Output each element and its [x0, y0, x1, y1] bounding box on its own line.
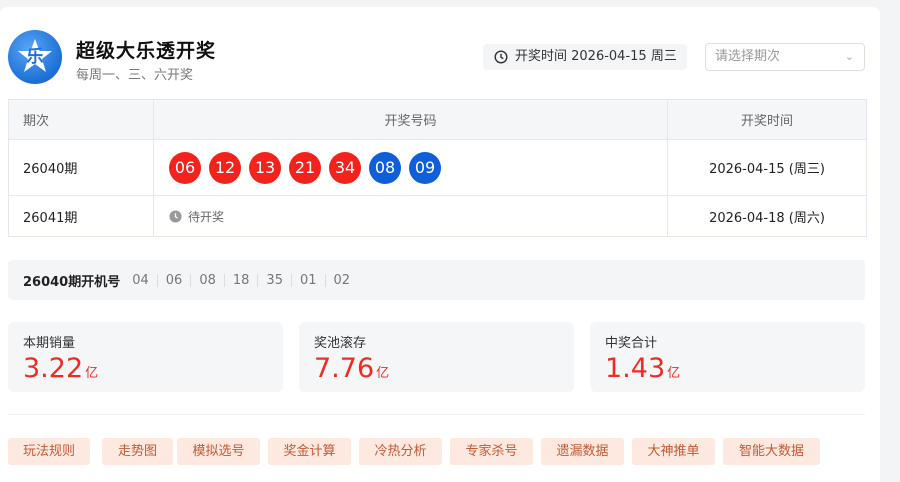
pending-status: 待开奖 [169, 208, 224, 225]
row-date: 2026-04-15 (周三) [709, 162, 825, 177]
draw-time-text: 开奖时间 2026-04-15 周三 [515, 49, 677, 64]
stat-sales: 本期销量 3.22 亿 [8, 322, 283, 392]
tool-link-expert-picks[interactable]: 大神推单 [632, 438, 715, 465]
draw-schedule: 每周一、三、六开奖 [76, 68, 194, 83]
tool-link-trend-chart[interactable]: 走势图 [102, 438, 173, 465]
tool-link-hot-cold[interactable]: 冷热分析 [359, 438, 442, 465]
red-ball: 13 [249, 151, 281, 184]
page-title: 超级大乐透开奖 [76, 40, 217, 62]
draw-time-badge: 开奖时间 2026-04-15 周三 [483, 44, 687, 70]
tool-link-missing-data[interactable]: 遗漏数据 [541, 438, 624, 465]
winning-numbers: 06 12 13 21 34 08 09 [154, 140, 668, 195]
table-row: 26041期 待开奖 2026-04-18 (周六) [9, 196, 866, 236]
stat-unit: 亿 [667, 366, 681, 381]
table-row: 26040期 06 12 13 21 34 08 09 2026-04-15 (… [9, 140, 866, 196]
stat-label: 中奖合计 [605, 336, 658, 351]
stat-value: 3.22 [23, 353, 84, 384]
blue-ball: 08 [369, 151, 401, 184]
row-date: 2026-04-18 (周六) [709, 210, 825, 226]
tool-link-prize-calculator[interactable]: 奖金计算 [268, 438, 351, 465]
stat-value: 1.43 [605, 353, 666, 384]
tool-link-expert-kill[interactable]: 专家杀号 [450, 438, 533, 465]
period-select-placeholder: 请选择期次 [715, 49, 781, 64]
clock-icon [494, 50, 508, 64]
stat-total-winnings: 中奖合计 1.43 亿 [590, 322, 865, 392]
machine-number: 35 [257, 273, 291, 287]
stat-label: 奖池滚存 [314, 336, 367, 351]
machine-numbers-label: 26040期开机号 [23, 274, 121, 290]
red-ball: 21 [289, 151, 321, 184]
period-select[interactable]: 请选择期次 ⌄ [705, 43, 865, 71]
column-header-date: 开奖时间 [740, 114, 793, 129]
column-header-period: 期次 [9, 100, 154, 139]
stat-jackpot-pool: 奖池滚存 7.76 亿 [299, 322, 574, 392]
machine-number: 04 [132, 272, 149, 288]
divider [8, 414, 865, 415]
red-ball: 06 [169, 151, 201, 184]
lottery-logo: 乐 [8, 30, 62, 84]
tool-link-rules[interactable]: 玩法规则 [8, 438, 90, 465]
clock-icon [169, 209, 182, 223]
chevron-down-icon: ⌄ [844, 50, 854, 63]
stat-unit: 亿 [376, 366, 390, 381]
row-period: 26040期 [9, 140, 154, 195]
machine-numbers-strip: 26040期开机号 04 06 08 18 35 01 02 [8, 260, 865, 300]
red-ball: 34 [329, 151, 361, 184]
logo-char: 乐 [26, 47, 44, 67]
draw-results-table: 期次 开奖号码 开奖时间 26040期 06 12 13 21 34 08 09… [8, 99, 867, 237]
column-header-numbers: 开奖号码 [154, 100, 668, 139]
machine-number: 08 [190, 273, 224, 287]
stat-label: 本期销量 [23, 336, 76, 351]
blue-ball: 09 [409, 151, 441, 184]
pending-text: 待开奖 [188, 209, 225, 224]
tool-link-simulate-pick[interactable]: 模拟选号 [177, 438, 260, 465]
stat-value: 7.76 [314, 353, 375, 384]
stat-unit: 亿 [85, 366, 99, 381]
tool-link-big-data[interactable]: 智能大数据 [723, 438, 820, 465]
machine-number: 06 [156, 273, 191, 287]
red-ball: 12 [209, 151, 241, 184]
row-period: 26041期 [9, 196, 154, 236]
machine-number: 01 [290, 273, 325, 287]
machine-number: 18 [223, 273, 258, 287]
machine-number: 02 [324, 273, 359, 287]
table-header-row: 期次 开奖号码 开奖时间 [9, 100, 866, 140]
